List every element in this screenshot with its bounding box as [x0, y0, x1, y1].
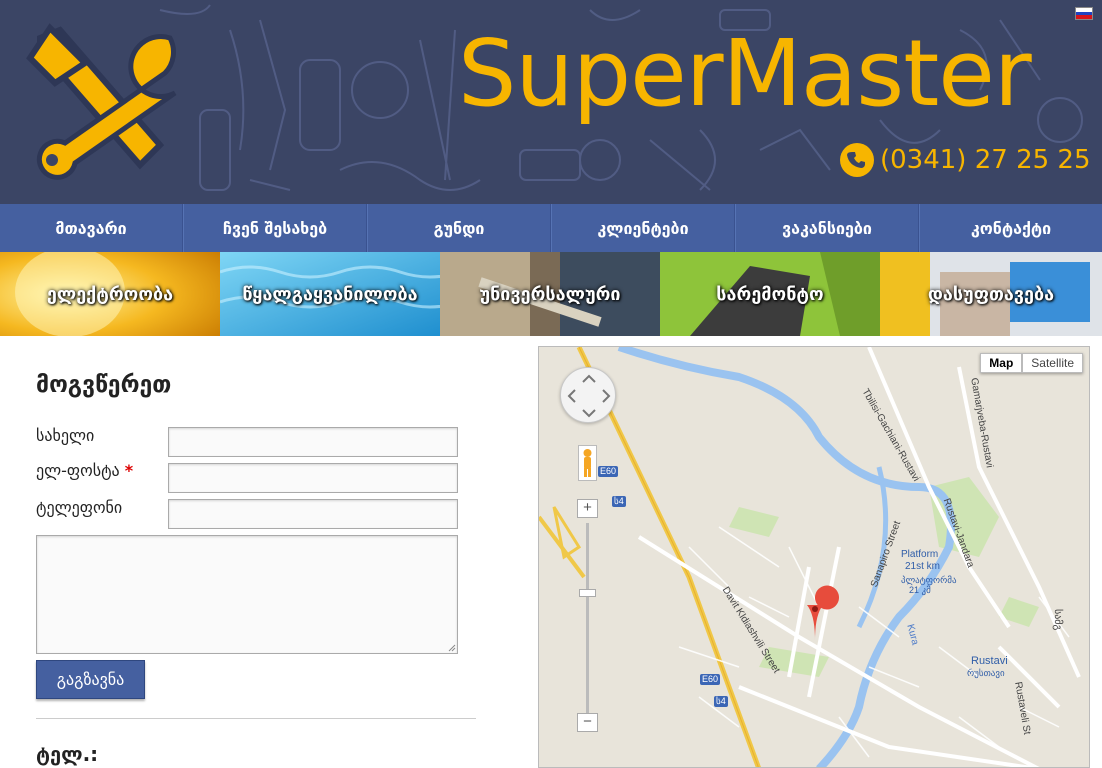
name-label: სახელი [36, 426, 95, 445]
map-type-control: Map Satellite [980, 353, 1083, 373]
service-repair[interactable]: სარემონტო [660, 252, 880, 336]
message-textarea[interactable] [36, 535, 458, 654]
nav-item-vacancies[interactable]: ვაკანსიები [735, 204, 919, 252]
nav-item-about[interactable]: ჩვენ შესახებ [183, 204, 367, 252]
main-nav: მთავარი ჩვენ შესახებ გუნდი კლიენტები ვაკ… [0, 204, 1102, 252]
nav-item-home[interactable]: მთავარი [0, 204, 183, 252]
site-header: SuperMaster (0341) 27 25 25 [0, 0, 1102, 204]
service-label: დასუფთავება [927, 283, 1055, 305]
nav-item-contact[interactable]: კონტაქტი [919, 204, 1102, 252]
map-place-label: რუსთავი [967, 668, 1005, 678]
section-divider [36, 718, 476, 719]
contact-form-title: მოგვწერეთ [36, 372, 172, 398]
services-strip: ელექტროობა წყალგაყვანილობა უნივერსალური … [0, 252, 1102, 336]
zoom-slider-track[interactable] [586, 523, 589, 721]
service-label: წყალგაყვანილობა [242, 283, 418, 305]
service-label: სარემონტო [716, 283, 824, 305]
email-input[interactable] [168, 463, 458, 493]
required-mark: * [124, 461, 134, 480]
service-cleaning[interactable]: დასუფთავება [880, 252, 1102, 336]
map-road-label: სამგ [1052, 609, 1063, 631]
map-place-label: 21 კმ [909, 585, 931, 595]
phone-icon [840, 143, 874, 177]
brand-logo-text: SuperMaster [458, 20, 1032, 127]
street-view-pegman-icon[interactable] [578, 445, 597, 481]
map-place-label: Rustavi [971, 655, 1008, 667]
service-label: უნივერსალური [479, 283, 621, 305]
zoom-in-button[interactable]: + [577, 499, 598, 518]
phone-label: ტელეფონი [36, 498, 123, 517]
email-label: ელ-ფოსტა * [36, 461, 133, 480]
map-route-shield: ს4 [612, 496, 626, 507]
logo-tools-icon [26, 23, 177, 180]
map-route-shield: E60 [700, 674, 721, 685]
service-label: ელექტროობა [46, 283, 174, 305]
service-plumbing[interactable]: წყალგაყვანილობა [220, 252, 440, 336]
service-universal[interactable]: უნივერსალური [440, 252, 660, 336]
map-place-label: Platform [901, 549, 939, 560]
map-type-satellite-button[interactable]: Satellite [1022, 353, 1083, 373]
map-place-label: 21st km [905, 561, 941, 572]
pan-arrows-icon [567, 374, 611, 418]
contact-section: მოგვწერეთ სახელი ელ-ფოსტა * ტელეფონი გაგ… [0, 336, 1102, 768]
map-route-shield: E60 [598, 466, 619, 477]
map-pan-control[interactable] [560, 367, 616, 423]
nav-item-team[interactable]: გუნდი [367, 204, 551, 252]
russian-flag-icon[interactable] [1075, 7, 1093, 20]
email-label-text: ელ-ფოსტა [36, 461, 120, 480]
map-tiles [539, 347, 1089, 767]
tel-heading: ტელ.: [36, 742, 99, 766]
submit-button[interactable]: გაგზავნა [36, 660, 145, 699]
map-type-map-button[interactable]: Map [980, 353, 1023, 373]
header-phone-number: (0341) 27 25 25 [880, 145, 1091, 175]
phone-input[interactable] [168, 499, 458, 529]
header-phone[interactable]: (0341) 27 25 25 [840, 143, 1091, 177]
name-input[interactable] [168, 427, 458, 457]
google-map[interactable]: Tbilisi-Gachiani-Rustavi Gamarjveba-Rust… [538, 346, 1090, 768]
resize-grip-icon[interactable] [448, 644, 456, 652]
nav-item-clients[interactable]: კლიენტები [551, 204, 735, 252]
zoom-slider-handle[interactable] [579, 589, 596, 597]
map-route-shield: ს4 [714, 696, 728, 707]
service-electricity[interactable]: ელექტროობა [0, 252, 220, 336]
zoom-out-button[interactable]: − [577, 713, 598, 732]
